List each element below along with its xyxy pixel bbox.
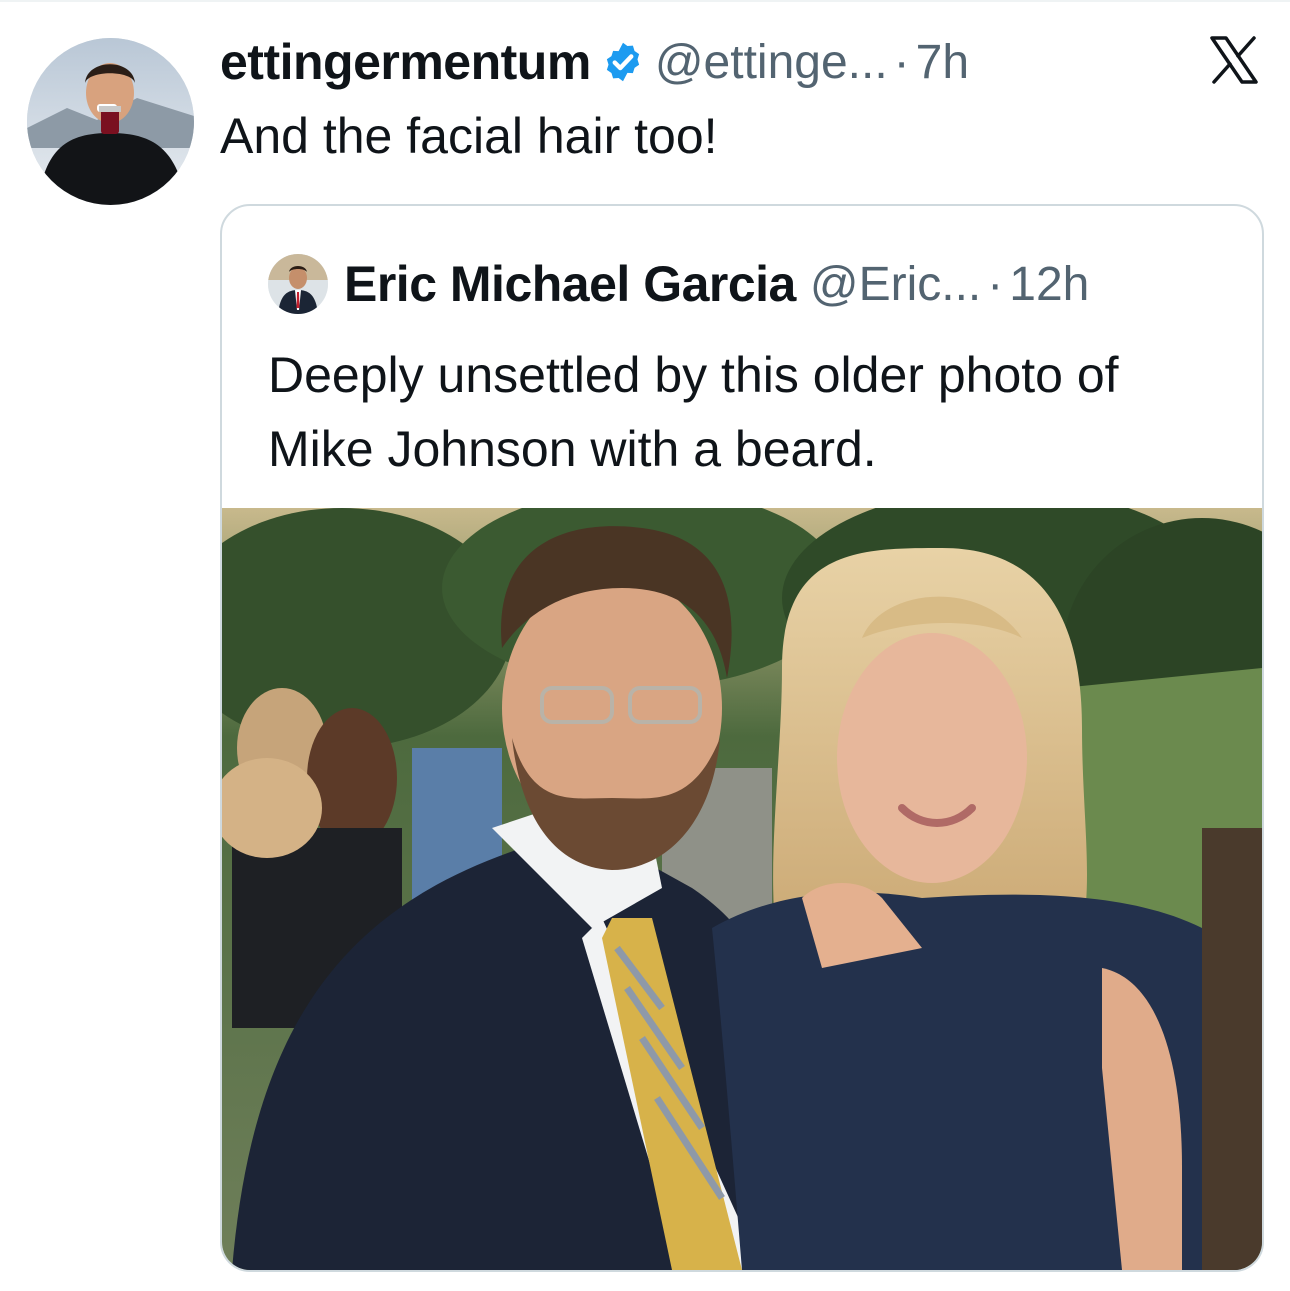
author-display-name[interactable]: ettingermentum: [220, 33, 591, 91]
author-handle[interactable]: @ettinge...: [655, 35, 888, 90]
quoted-author-handle[interactable]: @Eric...: [810, 257, 981, 312]
quoted-tweet-text: Deeply unsettled by this older photo of …: [268, 347, 1119, 477]
quoted-tweet-header: Eric Michael Garcia @Eric... · 12h: [344, 252, 1089, 316]
tweet-timestamp[interactable]: 7h: [916, 35, 969, 90]
author-avatar[interactable]: [27, 38, 194, 205]
quoted-tweet-card[interactable]: Eric Michael Garcia @Eric... · 12h Deepl…: [220, 204, 1264, 1272]
quoted-tweet-timestamp[interactable]: 12h: [1009, 257, 1089, 312]
tweet-text: And the facial hair too!: [220, 108, 718, 164]
top-divider: [0, 0, 1290, 2]
verified-badge-icon: [601, 40, 645, 84]
x-logo-icon[interactable]: [1208, 34, 1260, 86]
separator-dot: ·: [893, 35, 910, 89]
tweet-header: ettingermentum @ettinge... · 7h: [220, 30, 969, 94]
quoted-author-display-name[interactable]: Eric Michael Garcia: [344, 255, 796, 313]
quoted-author-avatar[interactable]: [268, 254, 328, 314]
separator-dot: ·: [987, 257, 1004, 311]
quoted-tweet-photo[interactable]: [222, 508, 1262, 1270]
